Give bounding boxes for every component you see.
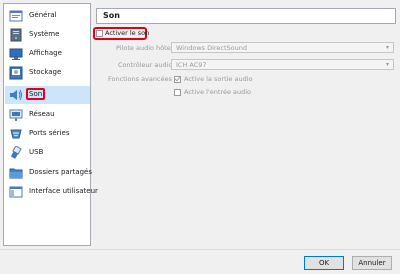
audio-controller-value: ICH AC97 [176,61,207,69]
enable-audio-label[interactable]: Activer le son [105,29,149,37]
chevron-down-icon: ▾ [385,44,389,51]
sidebar-item-system[interactable]: Système [5,26,90,44]
sidebar-item-label: Ports séries [29,129,70,137]
storage-icon [9,66,23,80]
sidebar-item-label: Affichage [29,49,62,57]
sidebar-item-usb[interactable]: USB [5,144,90,162]
sidebar-item-label: Interface utilisateur [29,187,98,195]
sidebar-item-storage[interactable]: Stockage [5,64,90,82]
usb-icon [10,146,22,159]
sidebar-item-sound[interactable]: Son [5,86,90,104]
sound-icon [10,89,22,101]
sidebar-item-label: Stockage [29,68,62,76]
footer-divider [0,249,400,250]
general-icon [9,10,23,22]
sidebar-item-label: Réseau [29,110,55,118]
enable-input-label[interactable]: Active l'entrée audio [184,88,251,96]
chevron-down-icon: ▾ [385,61,389,68]
ok-button[interactable]: OK [304,256,344,270]
sidebar-item-general[interactable]: Général [5,7,90,25]
host-driver-value: Windows DirectSound [176,44,248,52]
network-icon [9,109,23,121]
enable-output-checkbox[interactable] [174,76,181,83]
section-header: Son [96,8,396,24]
display-icon [9,48,23,60]
sidebar-item-label: Dossiers partagés [29,168,93,176]
controller-label: Contrôleur audio : [118,61,177,69]
sidebar-item-network[interactable]: Réseau [5,106,90,124]
enable-input-checkbox[interactable] [174,89,181,96]
sidebar-item-label: Général [29,11,57,19]
host-driver-select[interactable]: Windows DirectSound ▾ [171,42,394,53]
enable-output-label[interactable]: Active la sortie audio [184,75,253,83]
page-title: Son [103,11,120,20]
sidebar-item-display[interactable]: Affichage [5,45,90,63]
sidebar-item-shared-folders[interactable]: Dossiers partagés [5,164,93,182]
sidebar-item-user-interface[interactable]: Interface utilisateur [5,183,98,201]
sidebar-item-serial-ports[interactable]: Ports séries [5,125,90,143]
host-driver-label: Pilote audio hôte : [116,44,175,52]
enable-audio-checkbox[interactable] [96,30,103,37]
cancel-button[interactable]: Annuler [352,256,392,270]
sidebar-item-label: Système [29,30,60,38]
serial-ports-icon [10,129,22,139]
user-interface-icon [9,186,23,198]
audio-controller-select[interactable]: ICH AC97 ▾ [171,59,394,70]
sidebar-item-label: Son [26,88,46,100]
shared-folders-icon [9,168,23,179]
advanced-label: Fonctions avancées : [108,75,177,83]
system-icon [10,28,22,42]
settings-sidebar: Général Système Affichage Stockage Son R… [3,3,98,246]
sidebar-item-label: USB [29,148,44,156]
